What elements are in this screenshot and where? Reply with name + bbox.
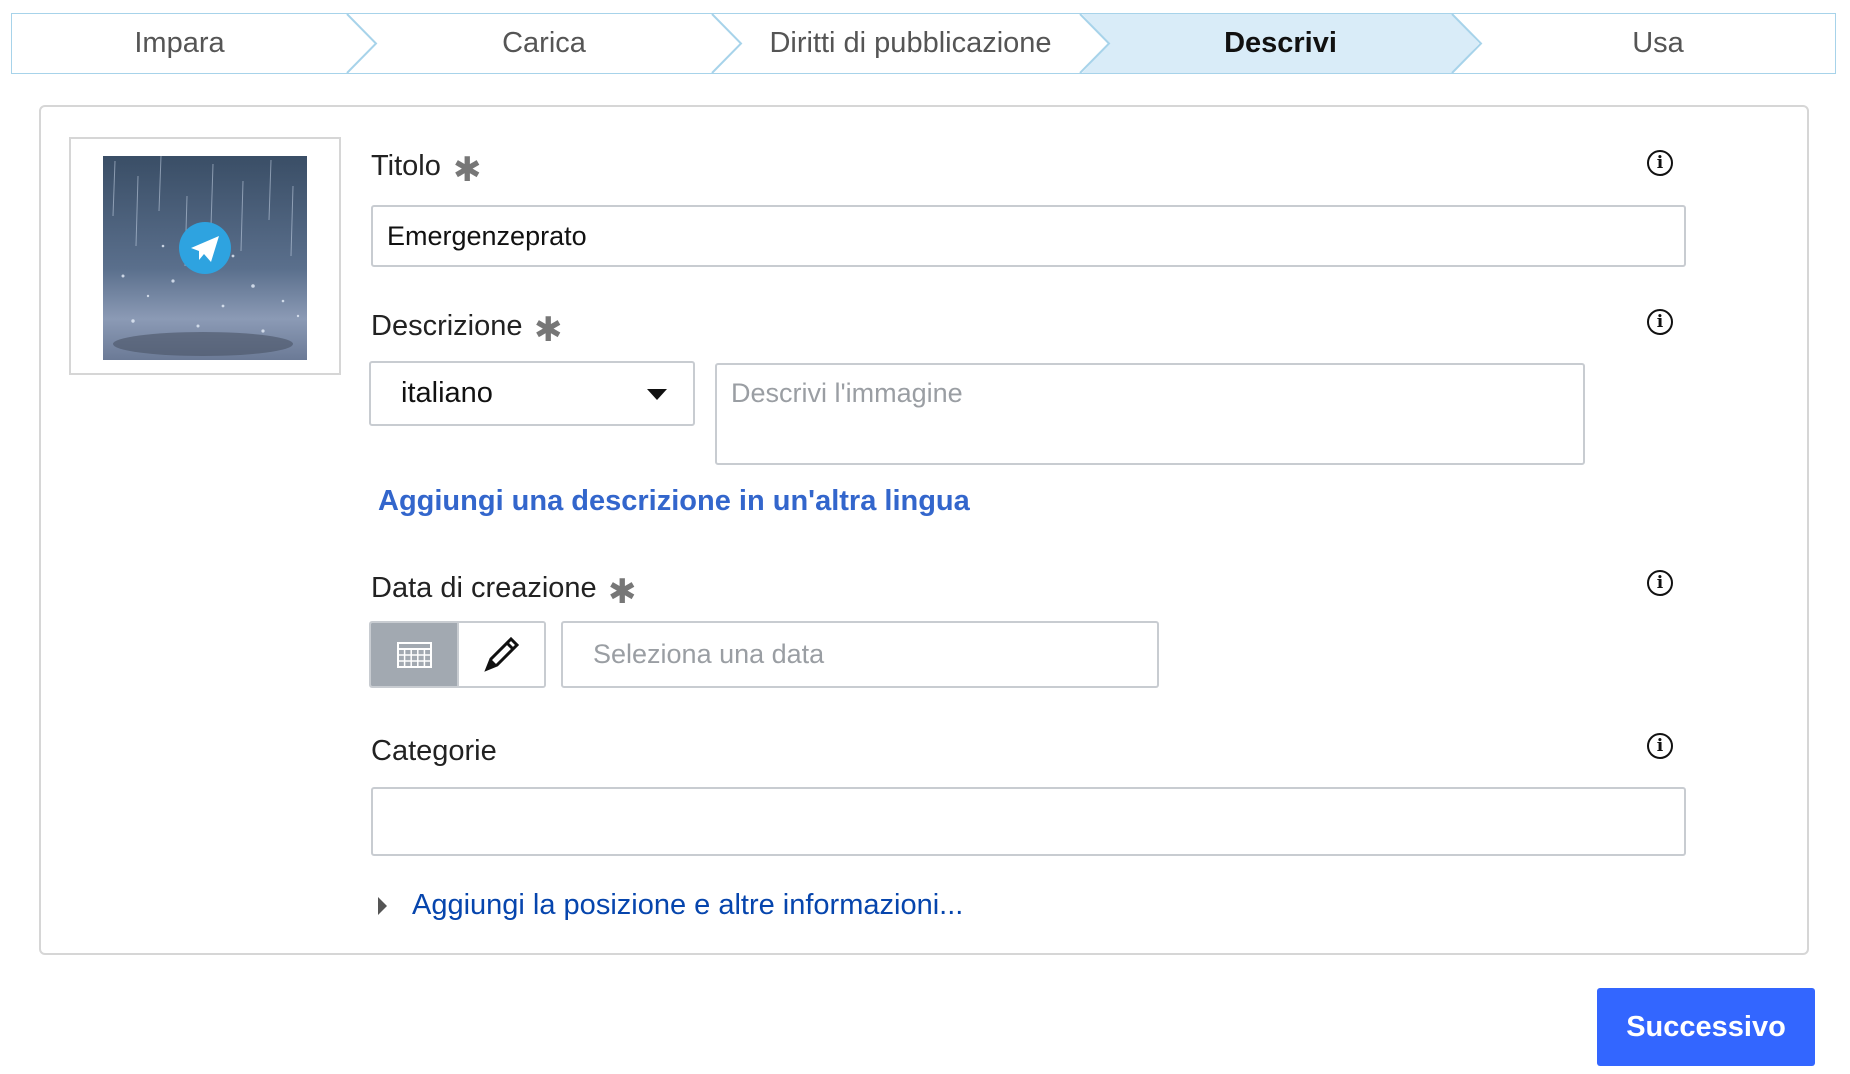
date-mode-toggle [369, 621, 546, 688]
categories-input[interactable] [371, 787, 1686, 856]
step-diritti: Diritti di pubblicazione [769, 27, 1052, 59]
manual-entry-button[interactable] [457, 623, 544, 686]
chevron-down-icon [647, 389, 667, 400]
add-description-language-link[interactable]: Aggiungi una descrizione in un'altra lin… [378, 485, 970, 518]
title-info-icon[interactable]: i [1647, 150, 1673, 176]
description-language-value: italiano [401, 377, 493, 409]
description-language-select[interactable]: italiano [369, 361, 695, 426]
categories-label: Categorie [371, 735, 497, 767]
title-label: Titolo [371, 150, 441, 182]
title-required-mark: ✱ [453, 151, 482, 189]
next-button[interactable]: Successivo [1597, 988, 1815, 1066]
calendar-mode-button[interactable] [371, 623, 457, 686]
date-label: Data di creazione [371, 572, 597, 604]
upload-wizard-steps: Impara Carica Diritti di pubblicazione D… [11, 13, 1836, 74]
categories-info-icon[interactable]: i [1647, 733, 1673, 759]
image-thumbnail-frame [69, 137, 341, 375]
date-input[interactable]: Seleziona una data [561, 621, 1159, 688]
description-info-icon[interactable]: i [1647, 309, 1673, 335]
expand-triangle-icon[interactable] [378, 897, 387, 915]
pencil-icon [484, 636, 520, 672]
date-info-icon[interactable]: i [1647, 570, 1673, 596]
image-thumbnail [103, 156, 307, 360]
step-usa: Usa [1632, 27, 1684, 59]
description-textarea[interactable]: Descrivi l'immagine [715, 363, 1585, 465]
step-descrivi: Descrivi [1224, 27, 1337, 59]
description-required-mark: ✱ [534, 311, 563, 349]
step-carica: Carica [502, 27, 586, 59]
step-impara: Impara [134, 27, 225, 59]
date-required-mark: ✱ [608, 573, 637, 611]
add-location-info-link[interactable]: Aggiungi la posizione e altre informazio… [412, 889, 963, 922]
title-input[interactable]: Emergenzeprato [371, 205, 1686, 267]
calendar-icon [397, 642, 432, 668]
description-label: Descrizione [371, 310, 523, 342]
